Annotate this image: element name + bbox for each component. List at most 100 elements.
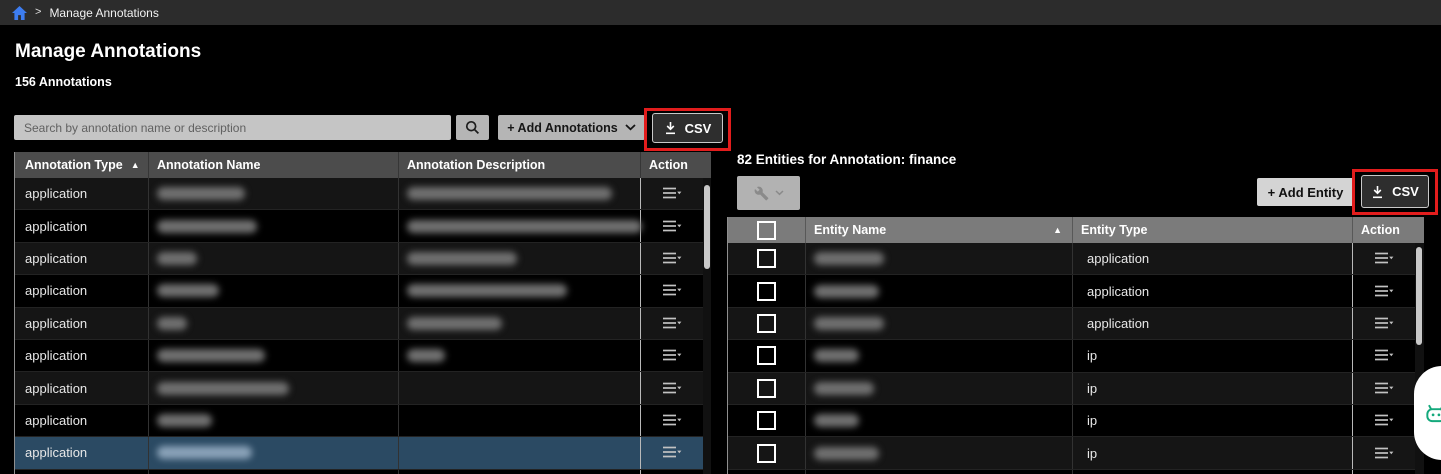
entity-row[interactable]: application (728, 275, 1424, 308)
row-actions-menu-button[interactable] (1374, 414, 1394, 427)
action-cell (641, 470, 703, 474)
row-actions-menu-button[interactable] (662, 349, 682, 362)
entity-type-cell: application (1073, 275, 1353, 307)
row-actions-menu-button[interactable] (1374, 349, 1394, 362)
entity-row[interactable]: application (728, 307, 1424, 341)
checkbox-cell (728, 243, 806, 275)
wrench-icon (754, 186, 769, 201)
row-actions-menu-button[interactable] (662, 220, 682, 233)
scrollbar-thumb[interactable] (1416, 247, 1422, 345)
annotation-row[interactable]: application (15, 339, 711, 373)
row-checkbox[interactable] (757, 346, 776, 366)
row-actions-menu-button[interactable] (662, 187, 682, 200)
row-actions-menu-button[interactable] (662, 317, 682, 330)
row-actions-menu-button[interactable] (1374, 285, 1394, 298)
redacted-text (157, 413, 212, 427)
select-all-header-cell (728, 217, 806, 243)
checkbox-cell (728, 307, 806, 340)
add-annotations-button[interactable]: + Add Annotations (498, 115, 645, 140)
entity-row[interactable]: ip (728, 372, 1424, 405)
row-checkbox[interactable] (757, 281, 776, 301)
column-label: Annotation Type (25, 158, 123, 172)
redacted-text (157, 446, 252, 460)
column-header-annotation-type[interactable]: Annotation Type ▲ (15, 152, 149, 178)
annotations-scrollbar[interactable] (703, 178, 711, 474)
column-header-entity-name[interactable]: Entity Name ▲ (806, 217, 1073, 243)
row-checkbox[interactable] (757, 443, 776, 463)
annotation-row[interactable]: application (15, 404, 711, 438)
page-title: Manage Annotations (15, 41, 202, 62)
checkbox-cell (728, 469, 806, 474)
action-cell (1353, 405, 1415, 436)
csv-export-entities-button[interactable]: CSV (1361, 175, 1429, 208)
row-actions-menu-button[interactable] (662, 414, 682, 427)
row-actions-menu-button[interactable] (662, 252, 682, 265)
annotation-description-cell (399, 372, 641, 404)
annotation-row[interactable] (15, 469, 711, 474)
select-all-checkbox[interactable] (757, 220, 776, 240)
entity-type-cell: ip (1073, 340, 1353, 372)
action-cell (1353, 340, 1415, 371)
add-annotations-label: + Add Annotations (507, 120, 618, 135)
entity-name-cell (806, 243, 1073, 275)
action-cell (641, 372, 703, 403)
row-actions-menu-button[interactable] (662, 382, 682, 395)
entity-name-cell (806, 275, 1073, 307)
row-actions-menu-button[interactable] (1374, 317, 1394, 330)
annotation-description-cell (399, 469, 641, 474)
annotation-row[interactable]: application (15, 242, 711, 276)
annotation-count: 156 Annotations (15, 75, 112, 89)
row-actions-menu-button[interactable] (1374, 382, 1394, 395)
annotation-description-cell (399, 339, 641, 372)
checkbox-cell (728, 404, 806, 437)
scrollbar-thumb[interactable] (704, 185, 710, 269)
checkbox-cell (728, 372, 806, 404)
annotation-row[interactable]: application (15, 372, 711, 405)
annotation-row[interactable]: application (15, 178, 711, 211)
chevron-down-icon (625, 124, 636, 131)
action-cell (1353, 437, 1415, 468)
download-icon (1371, 185, 1384, 199)
search-input[interactable] (14, 115, 451, 140)
checkbox-cell (728, 275, 806, 307)
entity-row[interactable]: ip (728, 404, 1424, 438)
search-button[interactable] (456, 115, 489, 140)
action-cell (641, 405, 703, 436)
redacted-text (157, 316, 187, 330)
row-actions-menu-button[interactable] (662, 446, 682, 459)
row-checkbox[interactable] (757, 249, 776, 269)
entity-type-cell: ip (1073, 437, 1353, 469)
annotation-row[interactable]: application (15, 307, 711, 340)
column-header-annotation-name[interactable]: Annotation Name (149, 152, 399, 178)
column-header-entity-type[interactable]: Entity Type (1073, 217, 1353, 243)
annotation-type-cell: application (15, 404, 149, 437)
entity-name-cell (806, 469, 1073, 474)
row-checkbox[interactable] (757, 378, 776, 398)
action-cell (1353, 243, 1415, 274)
entities-table-header: Entity Name ▲ Entity Type Action (728, 217, 1424, 243)
row-actions-menu-button[interactable] (1374, 447, 1394, 460)
entity-row[interactable]: application (728, 243, 1424, 276)
annotation-row[interactable]: application (15, 275, 711, 308)
column-header-annotation-description[interactable]: Annotation Description (399, 152, 641, 178)
home-icon[interactable] (12, 5, 27, 20)
csv-label: CSV (684, 120, 712, 136)
add-entity-button[interactable]: + Add Entity (1257, 178, 1354, 206)
breadcrumb-current[interactable]: Manage Annotations (49, 6, 158, 20)
row-actions-menu-button[interactable] (1374, 252, 1394, 265)
row-actions-menu-button[interactable] (662, 284, 682, 297)
entity-row[interactable] (728, 469, 1424, 474)
entity-row[interactable]: ip (728, 340, 1424, 373)
entity-row[interactable]: ip (728, 437, 1424, 470)
row-checkbox[interactable] (757, 313, 776, 333)
csv-export-annotations-button[interactable]: CSV (652, 113, 723, 143)
row-checkbox[interactable] (757, 411, 776, 431)
annotation-type-cell: application (15, 178, 149, 210)
annotation-row[interactable]: application (15, 437, 711, 470)
redacted-text (814, 414, 859, 428)
annotation-description-cell (399, 210, 642, 242)
entity-type-cell (1073, 469, 1353, 474)
chat-assistant-launcher[interactable] (1414, 366, 1441, 460)
annotation-row[interactable]: application (15, 210, 711, 243)
annotation-name-cell (149, 242, 399, 275)
